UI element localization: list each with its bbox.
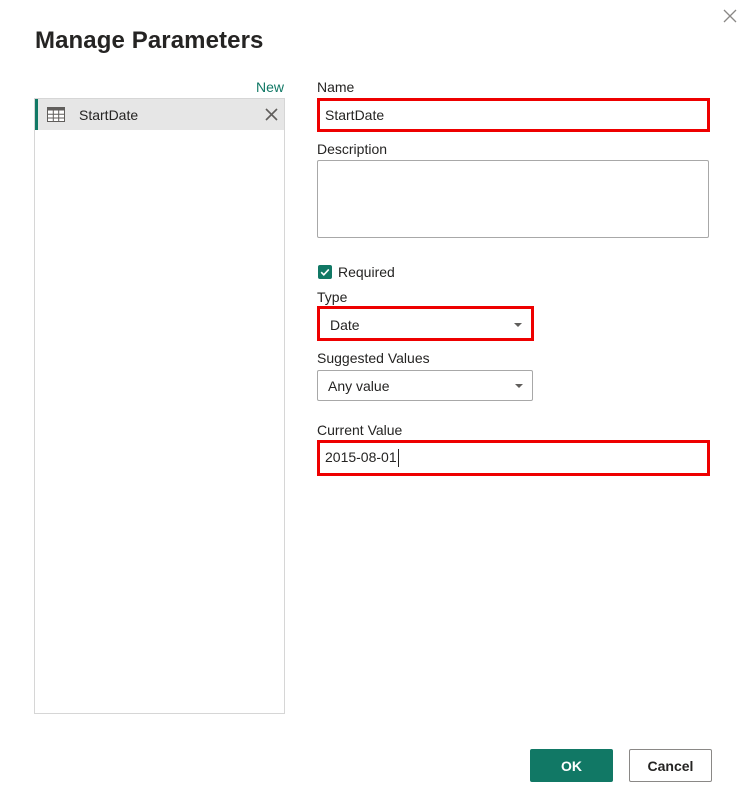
suggested-values-dropdown[interactable]: Any value — [317, 370, 533, 401]
name-label: Name — [317, 79, 355, 95]
required-checkbox[interactable] — [318, 265, 332, 279]
current-value-input[interactable]: 2015-08-01 — [317, 440, 710, 476]
name-input[interactable]: StartDate — [317, 98, 710, 132]
remove-parameter-icon[interactable] — [264, 107, 279, 122]
close-icon[interactable] — [718, 4, 742, 28]
suggested-values-dropdown-value: Any value — [328, 378, 390, 394]
type-dropdown[interactable]: Date — [317, 306, 534, 341]
parameter-list: StartDate — [34, 98, 285, 714]
suggested-values-label: Suggested Values — [317, 350, 430, 366]
manage-parameters-dialog: Manage Parameters New StartDate Name Sta… — [0, 0, 747, 797]
dialog-title: Manage Parameters — [35, 27, 264, 54]
parameter-list-item-label: StartDate — [79, 107, 139, 123]
ok-button[interactable]: OK — [530, 749, 613, 782]
type-label: Type — [317, 289, 348, 305]
current-value-label: Current Value — [317, 422, 403, 438]
required-label: Required — [338, 264, 395, 280]
type-dropdown-value: Date — [330, 317, 360, 333]
name-input-value: StartDate — [325, 107, 385, 123]
chevron-down-icon — [515, 384, 523, 388]
current-value-text: 2015-08-01 — [325, 449, 397, 465]
text-cursor — [397, 449, 399, 468]
description-label: Description — [317, 141, 388, 157]
cancel-button[interactable]: Cancel — [629, 749, 712, 782]
new-parameter-link[interactable]: New — [256, 79, 284, 95]
table-icon — [47, 107, 65, 122]
description-textarea[interactable] — [317, 160, 709, 238]
chevron-down-icon — [514, 323, 522, 327]
parameter-list-item[interactable]: StartDate — [35, 99, 284, 130]
